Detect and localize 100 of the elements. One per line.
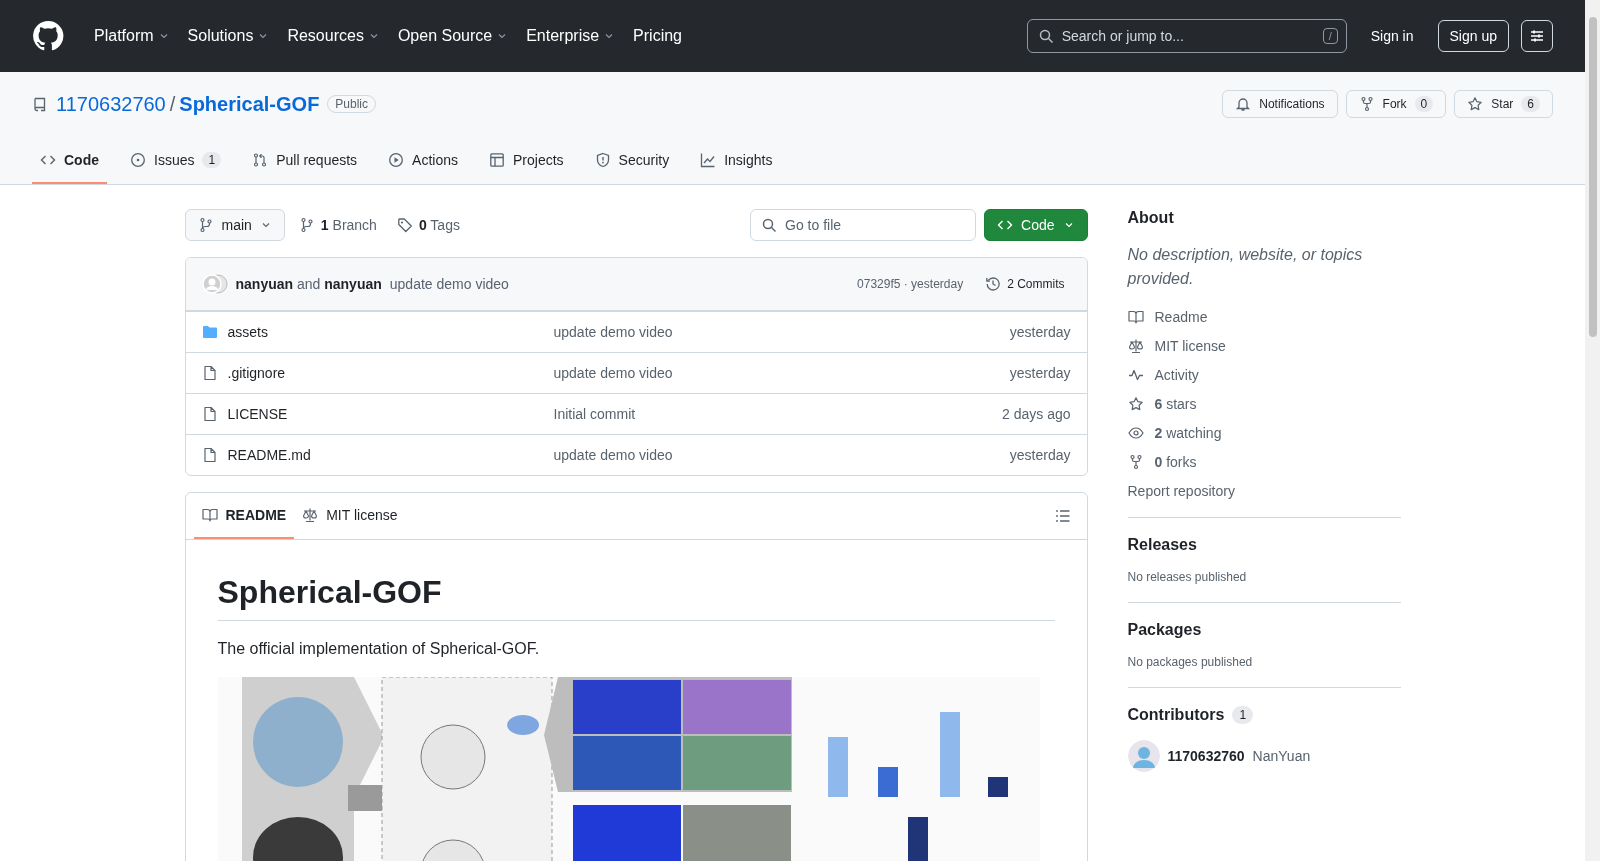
commit-authors: nanyuan and nanyuan (235, 276, 382, 292)
repo-tab[interactable]: Projects (481, 138, 572, 184)
book-icon (1127, 309, 1144, 325)
commit-message-link[interactable]: update demo video (389, 276, 509, 292)
file-name-link[interactable]: LICENSE (227, 406, 288, 422)
file-icon (201, 447, 218, 463)
about-link[interactable]: 0 forks (1154, 454, 1197, 470)
path-separator: / (169, 92, 176, 116)
packages-heading: Packages (1127, 621, 1203, 639)
sliders-icon (1529, 28, 1545, 44)
file-icon (201, 365, 218, 381)
file-name-link[interactable]: assets (227, 324, 268, 340)
releases-text: No releases published (1127, 570, 1248, 584)
repo-tab[interactable]: Code (32, 138, 107, 184)
sign-up-button[interactable]: Sign up (1437, 20, 1509, 52)
file-time: 2 days ago (1002, 406, 1071, 422)
repo-tab[interactable]: Security (586, 138, 678, 184)
branch-icon (298, 217, 315, 233)
readme-tab[interactable]: MIT license (294, 493, 406, 539)
code-button[interactable]: Code (984, 209, 1088, 241)
counter: 1 (202, 152, 222, 168)
commit-hash-time: 07329f5 · yesterday (857, 277, 964, 291)
file-time: yesterday (1009, 324, 1071, 340)
list-icon (1054, 508, 1071, 524)
readme-paragraph: The official implementation of Spherical-GOF. (217, 639, 541, 659)
repo-tab[interactable]: Issues 1 (122, 138, 230, 184)
shield-icon (594, 152, 611, 168)
nav-menu-item[interactable]: Platform (86, 21, 178, 51)
pulse-icon (1127, 367, 1144, 383)
counter: 6 (1521, 96, 1540, 112)
repo-name-link[interactable]: Spherical-GOF (179, 92, 320, 116)
about-link[interactable]: Activity (1154, 367, 1199, 383)
bell-icon (1235, 96, 1252, 112)
notifications-button[interactable]: Notifications (1222, 90, 1338, 118)
sign-in-link[interactable]: Sign in (1370, 28, 1414, 44)
contributors-heading: Contributors (1127, 706, 1225, 724)
repo-tab[interactable]: Actions (380, 138, 466, 184)
history-icon (985, 276, 1002, 292)
fork-button[interactable]: Fork 0 (1345, 90, 1447, 118)
star-button[interactable]: Star 6 (1454, 90, 1553, 118)
nav-menu-item[interactable]: Enterprise (518, 21, 624, 51)
owner-link[interactable]: 1170632760 (56, 92, 166, 116)
repo-icon (32, 96, 48, 112)
nav-menu-item[interactable]: Pricing (625, 21, 690, 51)
issue-icon (130, 152, 146, 168)
branch-icon (197, 217, 214, 233)
avatar[interactable] (1127, 740, 1160, 772)
contributor-name: NanYuan (1252, 748, 1311, 764)
search-icon (1037, 28, 1054, 44)
book-icon (201, 507, 218, 523)
eye-icon (1127, 425, 1144, 441)
commits-link[interactable]: 2 Commits (979, 276, 1071, 292)
repo-tab[interactable]: Pull requests (244, 138, 366, 184)
releases-heading: Releases (1127, 536, 1198, 554)
nav-menu-item[interactable]: Open Source (389, 21, 517, 51)
fork-icon (1358, 96, 1375, 112)
readme-tab[interactable]: README (193, 493, 295, 539)
search-field[interactable]: Search or jump to... / (1026, 19, 1347, 53)
star-icon (1467, 96, 1484, 112)
repo-tab[interactable]: Insights (692, 138, 781, 184)
packages-text: No packages published (1127, 655, 1254, 669)
graph-icon (700, 152, 717, 168)
scale-icon (302, 507, 319, 523)
file-name-link[interactable]: .gitignore (227, 365, 286, 381)
branches-link[interactable]: 1 Branch (292, 217, 383, 233)
report-link[interactable]: Report repository (1127, 483, 1235, 499)
file-time: yesterday (1009, 365, 1071, 381)
logo-icon[interactable] (32, 20, 64, 52)
folder-icon (201, 324, 218, 340)
about-description: No description, website, or topics provided. (1127, 245, 1364, 289)
table-icon (489, 152, 505, 168)
play-icon (388, 152, 405, 168)
about-heading: About (1127, 209, 1175, 227)
shortcut-key: / (1322, 28, 1338, 44)
about-link[interactable]: Readme (1154, 309, 1208, 325)
scale-icon (1127, 338, 1144, 354)
go-to-file-field[interactable]: Go to file (750, 209, 977, 241)
file-name-link[interactable]: README.md (227, 447, 311, 463)
commit-message-link[interactable]: update demo video (553, 365, 1010, 381)
about-link[interactable]: 2 watching (1154, 425, 1222, 441)
file-icon (201, 406, 218, 422)
nav-menu-item[interactable]: Resources (279, 21, 388, 51)
nav-menu-item[interactable]: Solutions (179, 21, 278, 51)
tag-icon (396, 217, 413, 233)
scrollbar[interactable] (1585, 0, 1600, 861)
about-link[interactable]: MIT license (1154, 338, 1226, 354)
tags-link[interactable]: 0 Tags (390, 217, 466, 233)
branch-select[interactable]: main (184, 209, 285, 241)
pull-request-icon (252, 152, 269, 168)
star-icon (1127, 396, 1144, 412)
counter: 1 (1232, 706, 1254, 724)
commit-message-link[interactable]: Initial commit (553, 406, 1002, 422)
avatar-icon (201, 274, 228, 294)
commit-message-link[interactable]: update demo video (553, 447, 1010, 463)
contributor-login[interactable]: 1170632760 (1167, 748, 1245, 764)
counter: 0 (1414, 96, 1434, 112)
menu-button[interactable] (1521, 20, 1553, 52)
about-link[interactable]: 6 stars (1154, 396, 1197, 412)
file-time: yesterday (1009, 447, 1071, 463)
commit-message-link[interactable]: update demo video (553, 324, 1010, 340)
